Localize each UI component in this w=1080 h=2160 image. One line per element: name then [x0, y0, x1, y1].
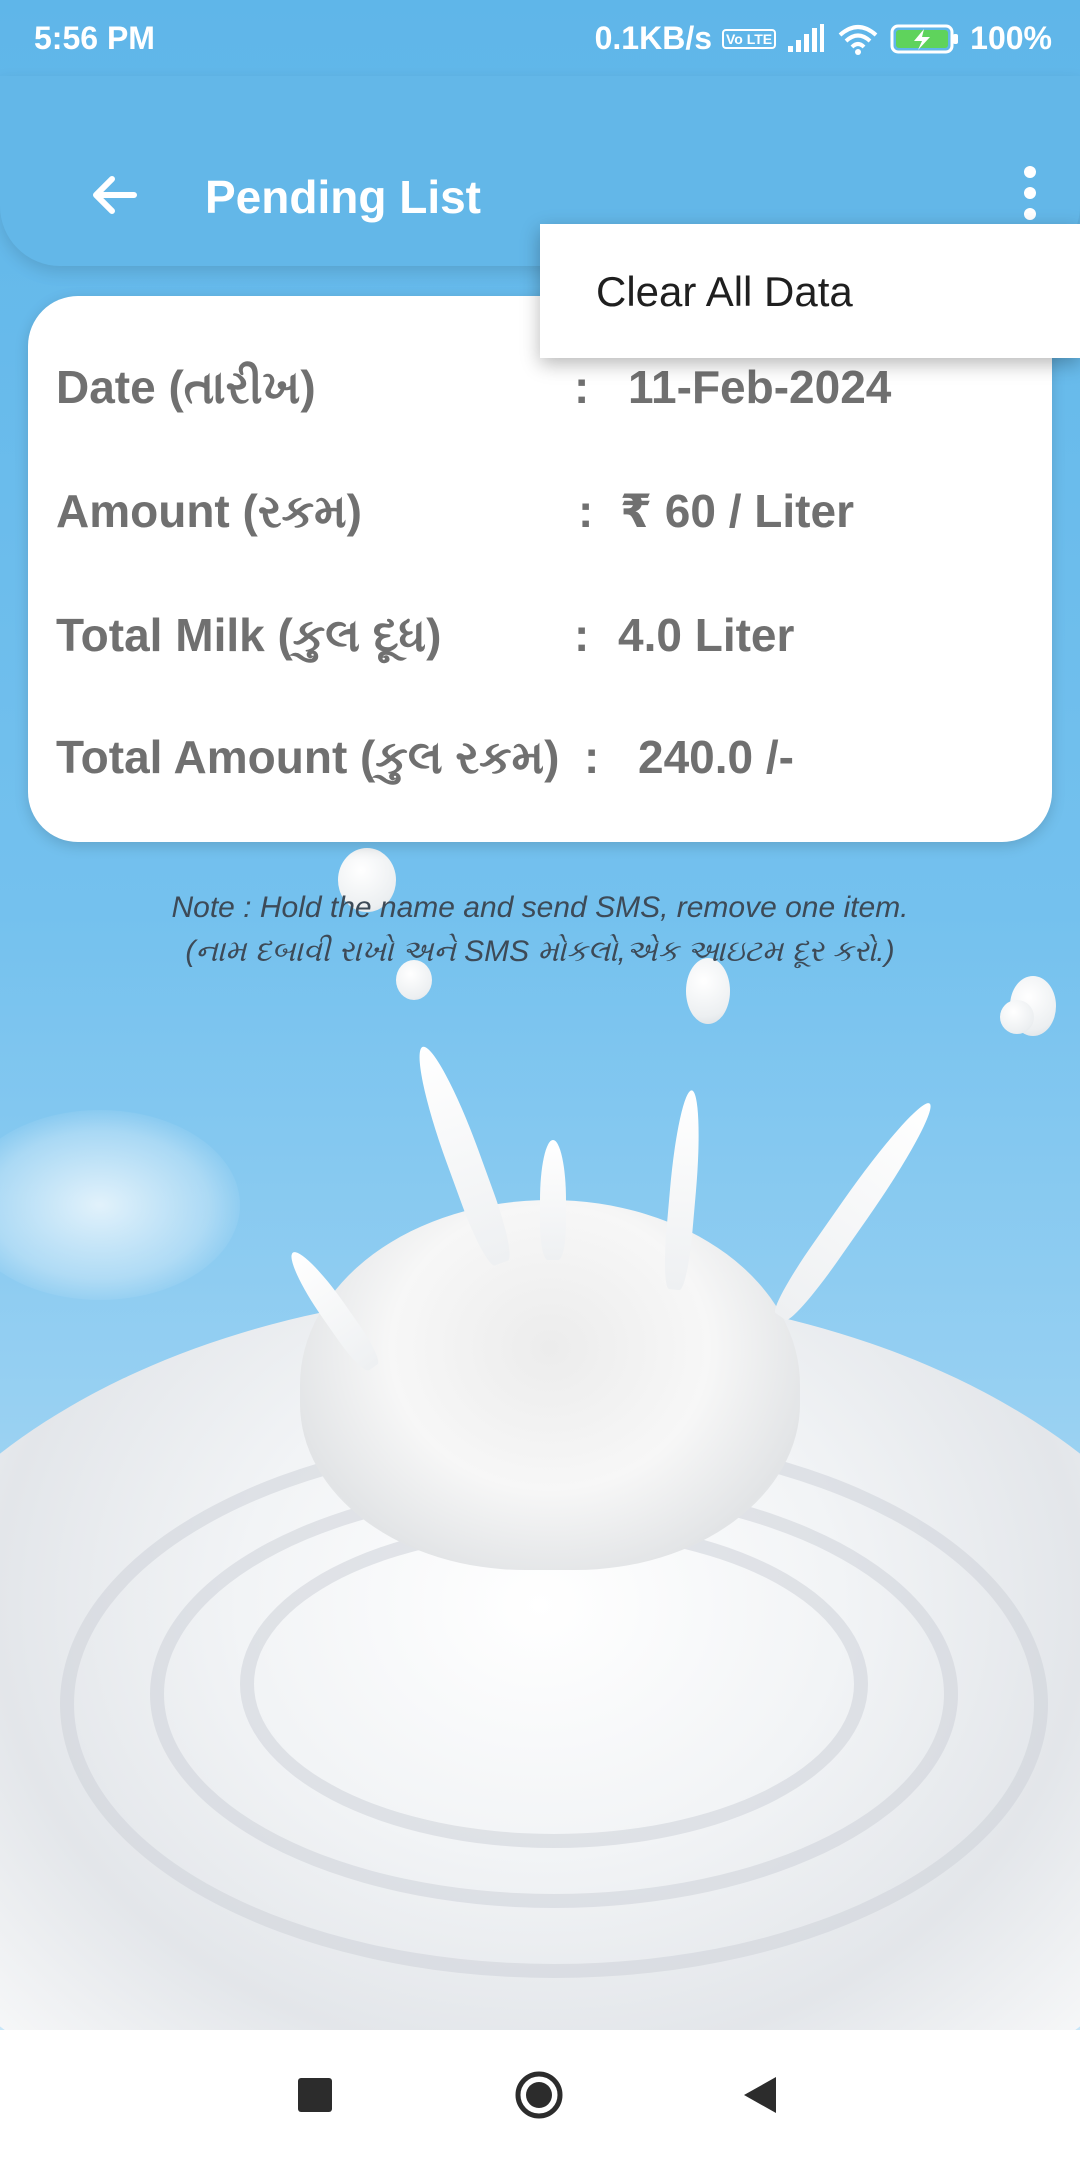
back-triangle-icon[interactable]	[740, 2074, 780, 2116]
battery-percent: 100%	[970, 20, 1052, 56]
note-gujarati: (નામ દબાવી રાખો અને SMS મોકલો,એક આઇટમ દૂ…	[185, 935, 895, 968]
amount-value: ₹ 60 / Liter	[620, 485, 854, 537]
back-button[interactable]	[80, 160, 150, 230]
pending-entry-card[interactable]: Date (તારીખ) : 11-Feb-2024 Amount (રકમ) …	[28, 296, 1052, 842]
note-english: Note : Hold the name and send SMS, remov…	[171, 891, 909, 924]
milk-drop	[1000, 1000, 1034, 1034]
volte-icon: Vo LTE	[722, 28, 777, 49]
date-label: Date (તારીખ)	[56, 361, 316, 413]
system-nav-bar	[0, 2030, 1080, 2160]
status-bar: 5:56 PM 0.1KB/s Vo LTE 100%	[0, 0, 1080, 76]
overflow-dropdown-menu: Clear All Data	[540, 224, 1080, 358]
signal-icon	[788, 23, 825, 52]
arrow-left-icon	[93, 176, 137, 214]
milk-splash-spike	[768, 1094, 942, 1326]
total-amount-label: Total Amount (કુલ રકમ)	[56, 731, 560, 783]
amount-separator: :	[578, 485, 594, 537]
milk-splash-spike	[540, 1140, 566, 1260]
date-separator: :	[574, 361, 590, 413]
status-icons: 0.1KB/s Vo LTE 100%	[595, 20, 1052, 57]
home-circle-icon[interactable]	[514, 2070, 564, 2120]
total-amount-separator: :	[584, 731, 600, 783]
total-amount-value: 240.0 /-	[638, 731, 794, 783]
wifi-icon	[838, 24, 878, 55]
total-milk-label: Total Milk (કુલ દૂધ)	[56, 609, 442, 661]
total-milk-value: 4.0 Liter	[618, 609, 795, 661]
amount-label: Amount (રકમ)	[56, 485, 362, 537]
status-time: 5:56 PM	[34, 20, 155, 56]
more-vertical-icon	[1024, 166, 1036, 220]
total-milk-separator: :	[574, 609, 590, 661]
network-speed: 0.1KB/s	[594, 20, 712, 56]
battery-charging-icon	[890, 24, 959, 53]
cloud-shape	[0, 1110, 240, 1300]
clear-all-data-menu-item[interactable]: Clear All Data	[596, 268, 853, 316]
date-value: 11-Feb-2024	[628, 361, 892, 413]
instruction-note: Note : Hold the name and send SMS, remov…	[0, 886, 1080, 974]
recents-square-icon[interactable]	[298, 2078, 332, 2112]
overflow-menu-button[interactable]	[1000, 158, 1060, 228]
page-title: Pending List	[205, 171, 481, 223]
